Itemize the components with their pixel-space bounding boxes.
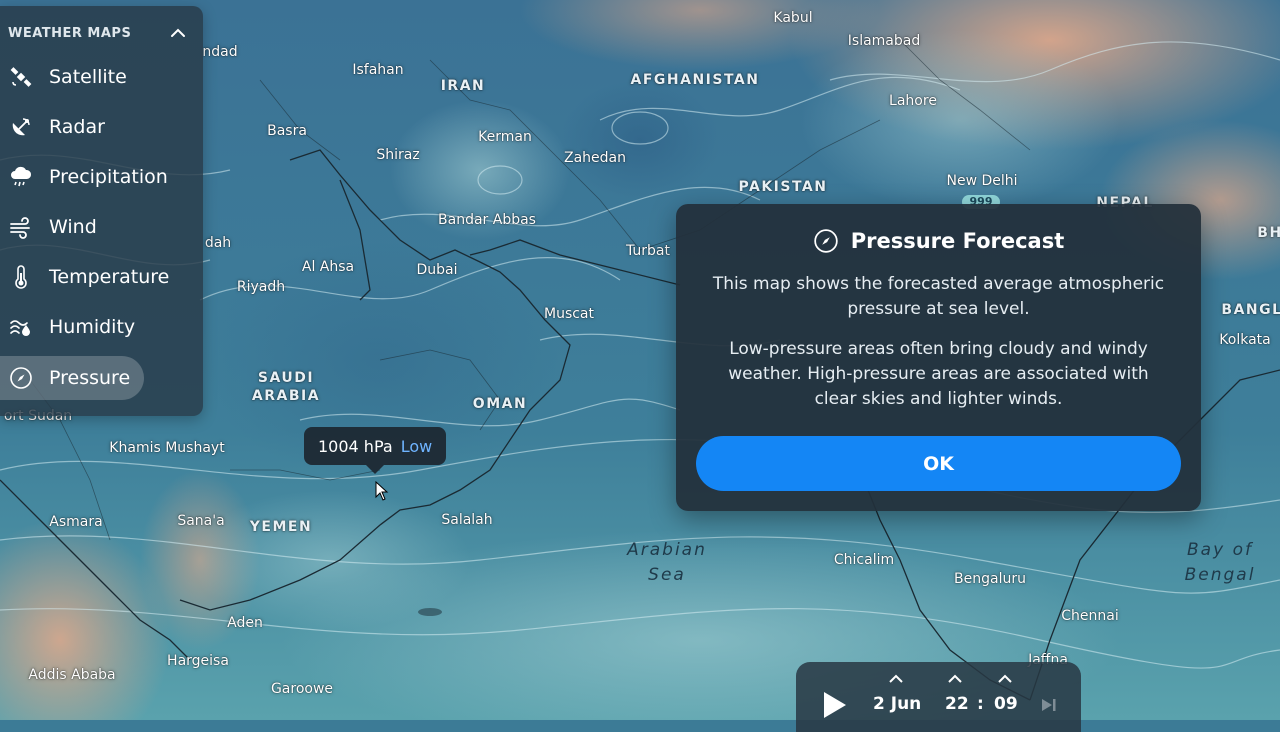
minute-value[interactable]: 09 <box>994 694 1018 714</box>
map-label-al-ahsa: Al Ahsa <box>301 259 355 275</box>
map-country-oman: OMAN <box>472 396 528 412</box>
map-country-saudi: SAUDI <box>257 370 315 386</box>
map-label-aden: Aden <box>227 615 263 631</box>
map-label-shiraz: Shiraz <box>376 147 420 163</box>
timeline-control: 2 Jun 22 : 09 <box>796 662 1081 732</box>
map-label-bengaluru: Bengaluru <box>954 571 1026 587</box>
map-country-arabia: ARABIA <box>251 388 321 404</box>
map-label-khamis-mushayt: Khamis Mushayt <box>109 440 225 456</box>
panel-heading: WEATHER MAPS <box>8 26 132 41</box>
time-separator: : <box>977 694 984 714</box>
map-label-isfahan: Isfahan <box>352 62 404 78</box>
map-country-pakistan: PAKISTAN <box>738 179 828 195</box>
menu-item-label: Wind <box>49 216 97 238</box>
map-label-asmara: Asmara <box>49 514 103 530</box>
menu-item-radar[interactable]: Radar <box>0 105 196 149</box>
map-label-zahedan: Zahedan <box>564 150 626 166</box>
compass-icon <box>9 366 33 390</box>
map-country-iran: IRAN <box>440 78 486 94</box>
map-label-ndad: ndad <box>202 44 238 60</box>
map-country-yemen: YEMEN <box>249 519 313 535</box>
menu-item-satellite[interactable]: Satellite <box>0 55 196 99</box>
hour-up-chevron-icon[interactable] <box>947 674 963 684</box>
map-label-new-delhi: New Delhi <box>946 173 1018 189</box>
mouse-cursor-icon <box>375 481 389 501</box>
pressure-forecast-dialog: Pressure Forecast This map shows the for… <box>676 204 1201 511</box>
map-sea-arabian-sea: Arabian Sea <box>627 540 707 585</box>
dialog-description: This map shows the forecasted average at… <box>712 274 1165 319</box>
menu-item-humidity[interactable]: Humidity <box>0 305 196 349</box>
date-up-chevron-icon[interactable] <box>888 674 904 684</box>
menu-item-label: Pressure <box>49 367 131 389</box>
map-country-bangladesh: BANGL <box>1221 302 1280 318</box>
date-value[interactable]: 2 Jun <box>873 694 921 714</box>
precipitation-icon <box>9 165 33 189</box>
menu-item-precipitation[interactable]: Precipitation <box>0 155 196 199</box>
map-label-lahore: Lahore <box>889 93 937 109</box>
menu-item-pressure[interactable]: Pressure <box>0 356 144 400</box>
map-label-hargeisa: Hargeisa <box>167 653 229 669</box>
thermometer-icon <box>9 265 33 289</box>
map-label-garoowe: Garoowe <box>270 681 334 697</box>
map-label-kerman: Kerman <box>478 129 532 145</box>
map-label-turbat: Turbat <box>625 243 671 259</box>
map-label-dah: dah <box>204 235 232 251</box>
map-label-islamabad: Islamabad <box>847 33 921 49</box>
skip-to-end-icon[interactable] <box>1040 697 1058 713</box>
radar-icon <box>9 115 33 139</box>
menu-item-label: Satellite <box>49 66 127 88</box>
map-label-salalah: Salalah <box>441 512 493 528</box>
menu-item-label: Precipitation <box>49 166 168 188</box>
pressure-tooltip: 1004 hPa Low <box>304 427 447 474</box>
map-label-sanaa: Sana'a <box>177 513 225 529</box>
map-label-riyadh: Riyadh <box>236 279 286 295</box>
map-label-bandar-abbas: Bandar Abbas <box>438 212 536 228</box>
ok-button[interactable]: OK <box>696 436 1181 491</box>
map-sea-bay-of-bengal: Bay of Bengal <box>1184 540 1256 585</box>
pressure-value: 1004 hPa <box>318 436 393 456</box>
dialog-title: Pressure Forecast <box>850 229 1065 253</box>
collapse-chevron-up-icon[interactable] <box>169 26 187 40</box>
map-label-kolkata: Kolkata <box>1219 332 1271 348</box>
map-label-dubai: Dubai <box>416 262 458 278</box>
weather-maps-panel: WEATHER MAPS Satellite Radar Precipitati… <box>0 6 203 416</box>
pressure-status: Low <box>400 436 433 456</box>
play-icon[interactable] <box>822 690 848 720</box>
dialog-detail: Low-pressure areas often bring cloudy an… <box>728 339 1149 409</box>
compass-icon <box>814 229 838 253</box>
map-label-kabul: Kabul <box>773 10 813 26</box>
menu-item-temperature[interactable]: Temperature <box>0 255 196 299</box>
map-label-basra: Basra <box>267 123 307 139</box>
menu-item-label: Radar <box>49 116 105 138</box>
map-label-chennai: Chennai <box>1061 608 1119 624</box>
humidity-icon <box>9 315 33 339</box>
menu-item-label: Temperature <box>49 266 170 288</box>
map-label-addis-ababa: Addis Ababa <box>28 667 116 683</box>
menu-item-wind[interactable]: Wind <box>0 205 196 249</box>
menu-item-label: Humidity <box>49 316 136 338</box>
minute-up-chevron-icon[interactable] <box>997 674 1013 684</box>
map-label-chicalim: Chicalim <box>833 552 895 568</box>
wind-icon <box>9 215 33 239</box>
hour-value[interactable]: 22 <box>945 694 969 714</box>
map-country-bhutan: BH <box>1257 225 1280 241</box>
map-label-muscat: Muscat <box>543 306 595 322</box>
satellite-icon <box>9 65 33 89</box>
map-country-afghanistan: AFGHANISTAN <box>630 72 760 88</box>
